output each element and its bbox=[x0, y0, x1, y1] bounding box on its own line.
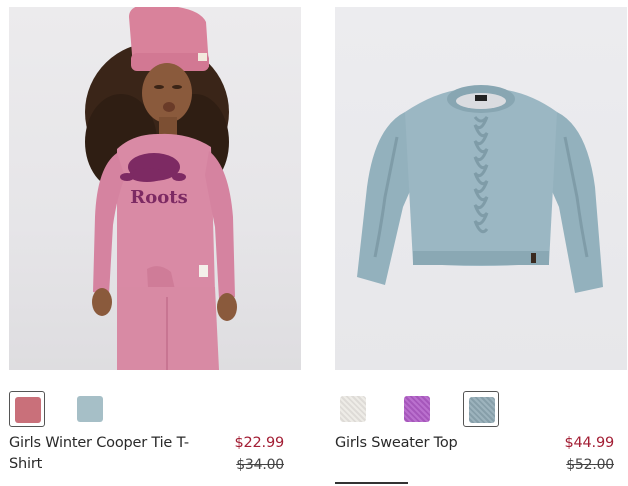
swatch-blue-chip bbox=[469, 397, 495, 423]
blue-sweater-photo bbox=[357, 85, 603, 293]
swatch-pink-chip bbox=[15, 397, 41, 423]
product-name[interactable]: Girls Sweater Top bbox=[335, 433, 525, 454]
sale-price: $22.99 bbox=[234, 435, 284, 451]
swatch-blue[interactable] bbox=[72, 391, 108, 427]
original-price: $34.00 bbox=[236, 457, 284, 473]
swatch-purple[interactable] bbox=[399, 391, 435, 427]
product-name[interactable]: Girls Winter Cooper Tie T-Shirt bbox=[9, 433, 199, 475]
product-image-sweater-top[interactable] bbox=[335, 7, 627, 370]
product-image-cooper-tie[interactable]: Roots bbox=[9, 7, 301, 370]
girl-in-pink-outfit-photo: Roots bbox=[85, 7, 237, 370]
swatch-purple-chip bbox=[404, 396, 430, 422]
swatch-blue[interactable] bbox=[463, 391, 499, 427]
swatch-cream[interactable] bbox=[335, 391, 371, 427]
original-price: $52.00 bbox=[566, 457, 614, 473]
active-indicator bbox=[335, 482, 408, 484]
swatch-cream-chip bbox=[340, 396, 366, 422]
sale-price: $44.99 bbox=[564, 435, 614, 451]
swatch-blue-chip bbox=[77, 396, 103, 422]
swatch-pink[interactable] bbox=[9, 391, 45, 427]
shirt-logo-text: Roots bbox=[130, 187, 187, 208]
